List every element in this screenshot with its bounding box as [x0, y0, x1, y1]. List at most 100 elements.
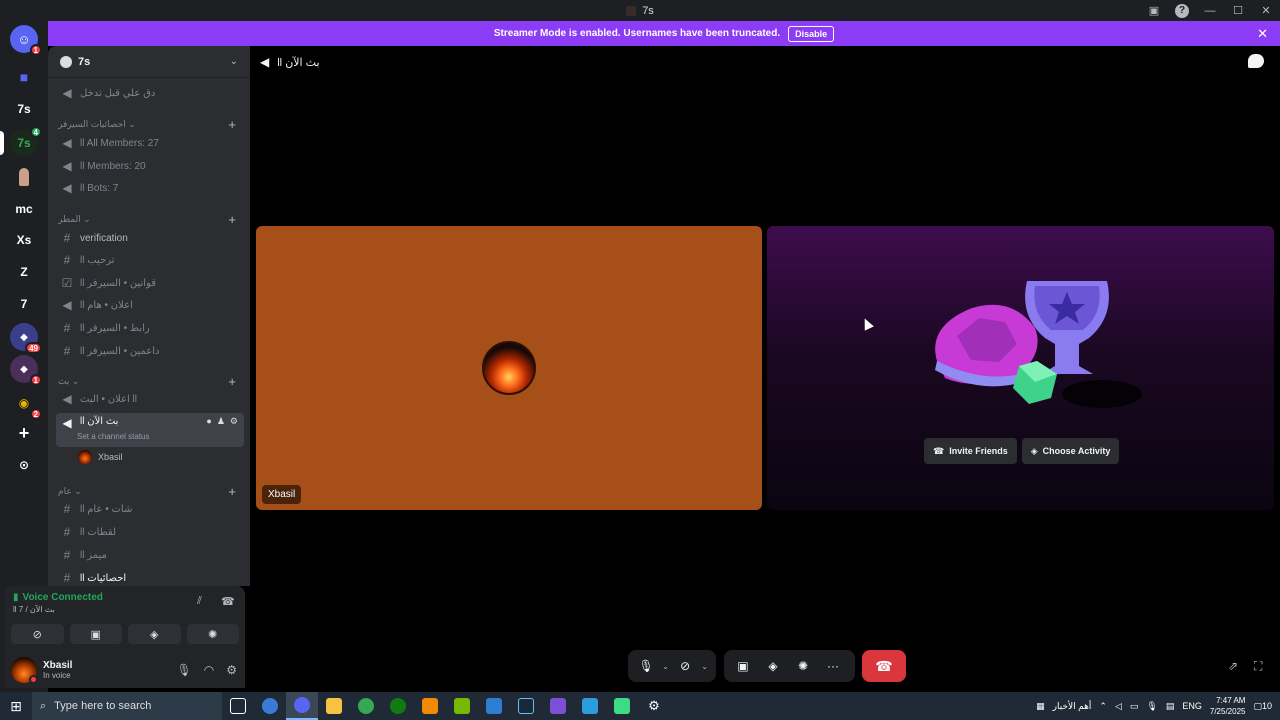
gear-icon[interactable]: ⚙	[226, 663, 237, 677]
task-view-icon[interactable]	[222, 692, 254, 720]
compass-icon[interactable]: ⊙	[10, 451, 38, 479]
epic-icon[interactable]	[542, 692, 574, 720]
plus-icon[interactable]: +	[228, 117, 236, 132]
app-icon[interactable]	[574, 692, 606, 720]
end-call-button[interactable]: ☎	[862, 650, 906, 682]
channel-status[interactable]: Set a channel status	[77, 432, 150, 441]
chevron-down-icon[interactable]: ⌄	[701, 662, 708, 671]
gear-icon[interactable]: ⚙	[638, 692, 670, 720]
copilot-icon[interactable]	[254, 692, 286, 720]
plus-icon[interactable]: +	[228, 212, 236, 227]
category-stream[interactable]: بث ⌄ +	[58, 374, 242, 389]
chevron-down-icon[interactable]: ⌄	[662, 662, 669, 671]
fullscreen-icon[interactable]: ⛶	[1254, 659, 1262, 674]
channel-item[interactable]: ◀ ll Bots: 7	[56, 178, 244, 198]
clock[interactable]: 7:47 AM 7/25/2025	[1210, 695, 1246, 717]
activity-icon[interactable]: ◈	[762, 655, 784, 677]
channel-item[interactable]: # ll رابط • السيرفر	[56, 318, 244, 338]
active-voice-channel[interactable]: ◀ ll بث الآن ● ♟ ⚙	[56, 413, 244, 447]
gear-icon[interactable]: ⚙	[230, 416, 238, 427]
news-icon[interactable]: ▦	[1036, 701, 1045, 712]
camera-off-button[interactable]: ⊘	[11, 624, 64, 644]
server-7s[interactable]: 7s	[10, 95, 38, 123]
news-label[interactable]: أهم الأخبار	[1053, 701, 1092, 712]
channel-item[interactable]: # ll شات • عام	[56, 499, 244, 519]
disable-button[interactable]: Disable	[788, 25, 835, 42]
group-icon[interactable]: ◆ 1	[10, 355, 42, 386]
channel-item[interactable]: ◀ دق علي قبل تدخل	[56, 83, 244, 103]
discord-taskbar-icon[interactable]	[286, 692, 318, 720]
voice-status[interactable]: ▮ Voice Connected	[13, 592, 103, 603]
notification-icon[interactable]: ▢10	[1253, 701, 1272, 712]
store-icon[interactable]	[478, 692, 510, 720]
voice-user[interactable]: Xbasil	[78, 450, 123, 464]
close-icon[interactable]: ✕	[1257, 26, 1268, 42]
choose-activity-button[interactable]: ◈ Choose Activity	[1021, 438, 1120, 464]
channel-item[interactable]: # ll احصائيات	[56, 568, 244, 586]
more-icon[interactable]: ···	[822, 655, 844, 677]
channel-item[interactable]: ◀ اعلان • البث ll	[56, 389, 244, 409]
maximize-button[interactable]: ☐	[1224, 0, 1252, 21]
folder-icon[interactable]: ■	[10, 63, 38, 91]
help-icon[interactable]: ?	[1168, 0, 1196, 21]
invite-friends-button[interactable]: ☎ Invite Friends	[924, 438, 1017, 464]
category-rules[interactable]: المطر ⌄ +	[58, 212, 242, 227]
invite-icon[interactable]: ♟	[217, 416, 225, 427]
chevron-up-icon[interactable]: ⌃	[1099, 701, 1107, 712]
voice-channel-name[interactable]: ll بث الآن / 7	[13, 605, 55, 614]
android-icon[interactable]	[606, 692, 638, 720]
popout-icon[interactable]: ⇗	[1228, 659, 1238, 673]
taskbar-search[interactable]: ⌕ Type here to search	[32, 692, 222, 720]
screen-share-button[interactable]: ▣	[69, 624, 122, 644]
windows-start-icon[interactable]: ⊞	[0, 692, 32, 720]
noise-suppression-icon[interactable]: ⫽	[197, 595, 202, 608]
server-header[interactable]: 7s ⌄	[48, 46, 250, 78]
network-icon[interactable]: ▤	[1166, 701, 1175, 712]
vlc-icon[interactable]	[414, 692, 446, 720]
avatar-icon[interactable]	[10, 163, 38, 191]
server-xs[interactable]: Xs	[10, 226, 38, 254]
discord-home-icon[interactable]: ☺ 1	[10, 25, 42, 56]
soundboard-icon[interactable]: ✺	[792, 655, 814, 677]
server-mc[interactable]: mc	[10, 195, 38, 223]
file-explorer-icon[interactable]	[318, 692, 350, 720]
inbox-icon[interactable]: ▣	[1140, 0, 1168, 21]
user-info[interactable]: Xbasil In voice	[43, 660, 72, 680]
minimize-button[interactable]: —	[1196, 0, 1224, 21]
close-window-button[interactable]: ✕	[1252, 0, 1280, 21]
plus-icon[interactable]: +	[228, 374, 236, 389]
volume-icon[interactable]: ◁	[1115, 701, 1122, 712]
avatar[interactable]	[11, 657, 38, 684]
eye-icon[interactable]: ◉ 2	[10, 389, 42, 420]
channel-item[interactable]: # ll داعمين • السيرفر	[56, 341, 244, 361]
channel-item[interactable]: # ll ترحيب	[56, 250, 244, 270]
nvidia-icon[interactable]	[446, 692, 478, 720]
plus-icon[interactable]: +	[228, 484, 236, 499]
channel-item[interactable]: ◀ ll Members: 20	[56, 156, 244, 176]
category-general[interactable]: عام ⌄ +	[58, 484, 242, 499]
server-7[interactable]: 7	[10, 290, 38, 318]
steam-icon[interactable]	[510, 692, 542, 720]
server-z[interactable]: Z	[10, 258, 38, 286]
microphone-icon[interactable]: 🎙	[636, 655, 656, 677]
microphone-icon[interactable]: 🎙	[1146, 701, 1157, 712]
headphones-icon[interactable]: ◠	[204, 663, 214, 677]
group-icon[interactable]: ◆ 49	[10, 323, 42, 354]
activity-button[interactable]: ◈	[128, 624, 181, 644]
server-7s-active[interactable]: 7s 4	[10, 126, 42, 157]
soundboard-button[interactable]: ✺	[186, 624, 239, 644]
category-stats[interactable]: احصائيات السيرفر ⌄ +	[58, 117, 242, 132]
chrome-icon[interactable]	[350, 692, 382, 720]
channel-item[interactable]: ◀ ll All Members: 27	[56, 133, 244, 153]
xbox-icon[interactable]	[382, 692, 414, 720]
participant-tile[interactable]: Xbasil	[256, 226, 762, 510]
add-server-button[interactable]: +	[10, 419, 38, 447]
chat-icon[interactable]	[1248, 54, 1264, 68]
channel-item[interactable]: # verification	[56, 228, 244, 248]
channel-item[interactable]: # ll لقطات	[56, 522, 244, 542]
chat-icon[interactable]: ●	[206, 416, 211, 427]
language-indicator[interactable]: ENG	[1182, 701, 1202, 711]
camera-off-icon[interactable]: ⊘	[675, 655, 695, 677]
channel-item[interactable]: ☑ ll قوانين • السيرفر	[56, 273, 244, 293]
microphone-icon[interactable]: 🎙	[177, 663, 192, 677]
